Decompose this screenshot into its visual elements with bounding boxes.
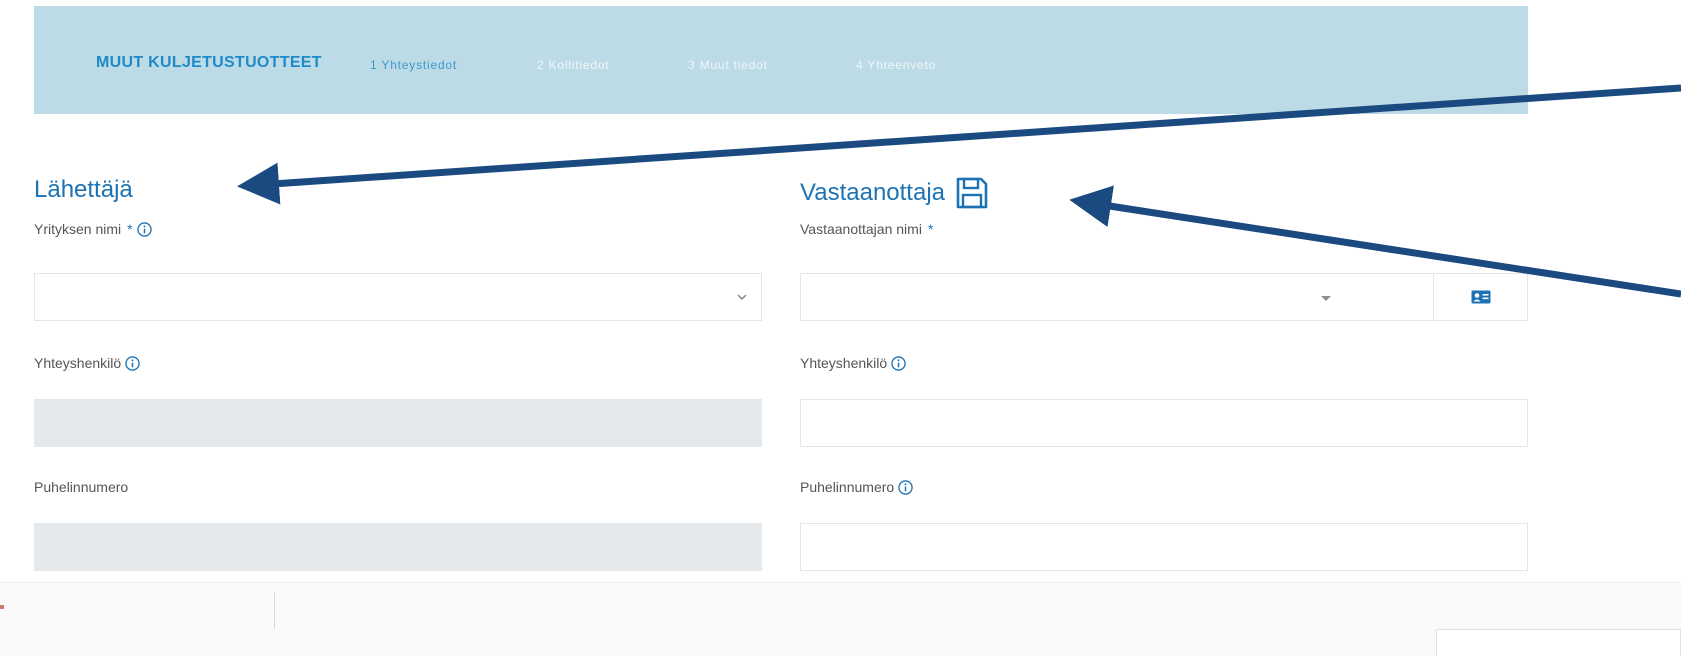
product-title: MUUT KULJETUSTUOTTEET bbox=[96, 54, 322, 71]
address-book-button[interactable] bbox=[1433, 273, 1528, 321]
chevron-down-icon[interactable] bbox=[737, 294, 747, 301]
toolbar-divider bbox=[274, 593, 275, 629]
corner-control[interactable] bbox=[1436, 629, 1681, 656]
company-name-label-text: Yrityksen nimi bbox=[34, 221, 122, 237]
recipient-contact-person-label-text: Yhteyshenkilö bbox=[800, 355, 888, 371]
step-other-info[interactable]: 3 Muut tiedot bbox=[688, 58, 768, 72]
step-package-info[interactable]: 2 Kollitiedot bbox=[537, 58, 609, 72]
info-icon[interactable] bbox=[136, 221, 152, 237]
sender-contact-person-label: Yhteyshenkilö bbox=[34, 355, 140, 371]
sender-phone-field bbox=[34, 523, 762, 571]
recipient-title-text: Vastaanottaja bbox=[800, 179, 945, 206]
caret-down-icon[interactable] bbox=[1321, 296, 1331, 301]
sender-title: Lähettäjä bbox=[34, 176, 133, 204]
step-summary[interactable]: 4 Yhteenveto bbox=[856, 58, 936, 72]
save-icon[interactable] bbox=[955, 176, 989, 210]
recipient-title: Vastaanottaja bbox=[800, 176, 989, 210]
stepper-banner: MUUT KULJETUSTUOTTEET 1 Yhteystiedot 2 K… bbox=[34, 6, 1528, 114]
sender-phone-label-text: Puhelinnumero bbox=[34, 479, 129, 495]
recipient-contact-person-input[interactable] bbox=[800, 399, 1528, 447]
edge-marker bbox=[0, 605, 4, 609]
contact-card-icon bbox=[1471, 290, 1490, 304]
recipient-phone-input[interactable] bbox=[800, 523, 1528, 571]
bottom-toolbar bbox=[0, 582, 1681, 656]
step-contact-info[interactable]: 1 Yhteystiedot bbox=[370, 58, 457, 72]
info-icon[interactable] bbox=[898, 479, 913, 495]
recipient-name-select[interactable] bbox=[800, 273, 1434, 321]
recipient-phone-label-text: Puhelinnumero bbox=[800, 479, 895, 495]
company-name-label: Yrityksen nimi * bbox=[34, 221, 152, 237]
required-mark: * bbox=[127, 221, 133, 237]
recipient-phone-label: Puhelinnumero bbox=[800, 479, 913, 495]
info-icon[interactable] bbox=[891, 355, 906, 371]
recipient-contact-person-label: Yhteyshenkilö bbox=[800, 355, 906, 371]
required-mark: * bbox=[927, 221, 934, 237]
sender-phone-label: Puhelinnumero bbox=[34, 479, 128, 495]
sender-contact-person-label-text: Yhteyshenkilö bbox=[34, 355, 122, 371]
recipient-name-label-text: Vastaanottajan nimi bbox=[800, 221, 922, 237]
info-icon[interactable] bbox=[125, 355, 140, 371]
sender-contact-person-field bbox=[34, 399, 762, 447]
page: MUUT KULJETUSTUOTTEET 1 Yhteystiedot 2 K… bbox=[0, 0, 1681, 656]
company-name-select[interactable] bbox=[34, 273, 762, 321]
sender-title-text: Lähettäjä bbox=[34, 176, 133, 203]
recipient-name-label: Vastaanottajan nimi * bbox=[800, 221, 933, 237]
